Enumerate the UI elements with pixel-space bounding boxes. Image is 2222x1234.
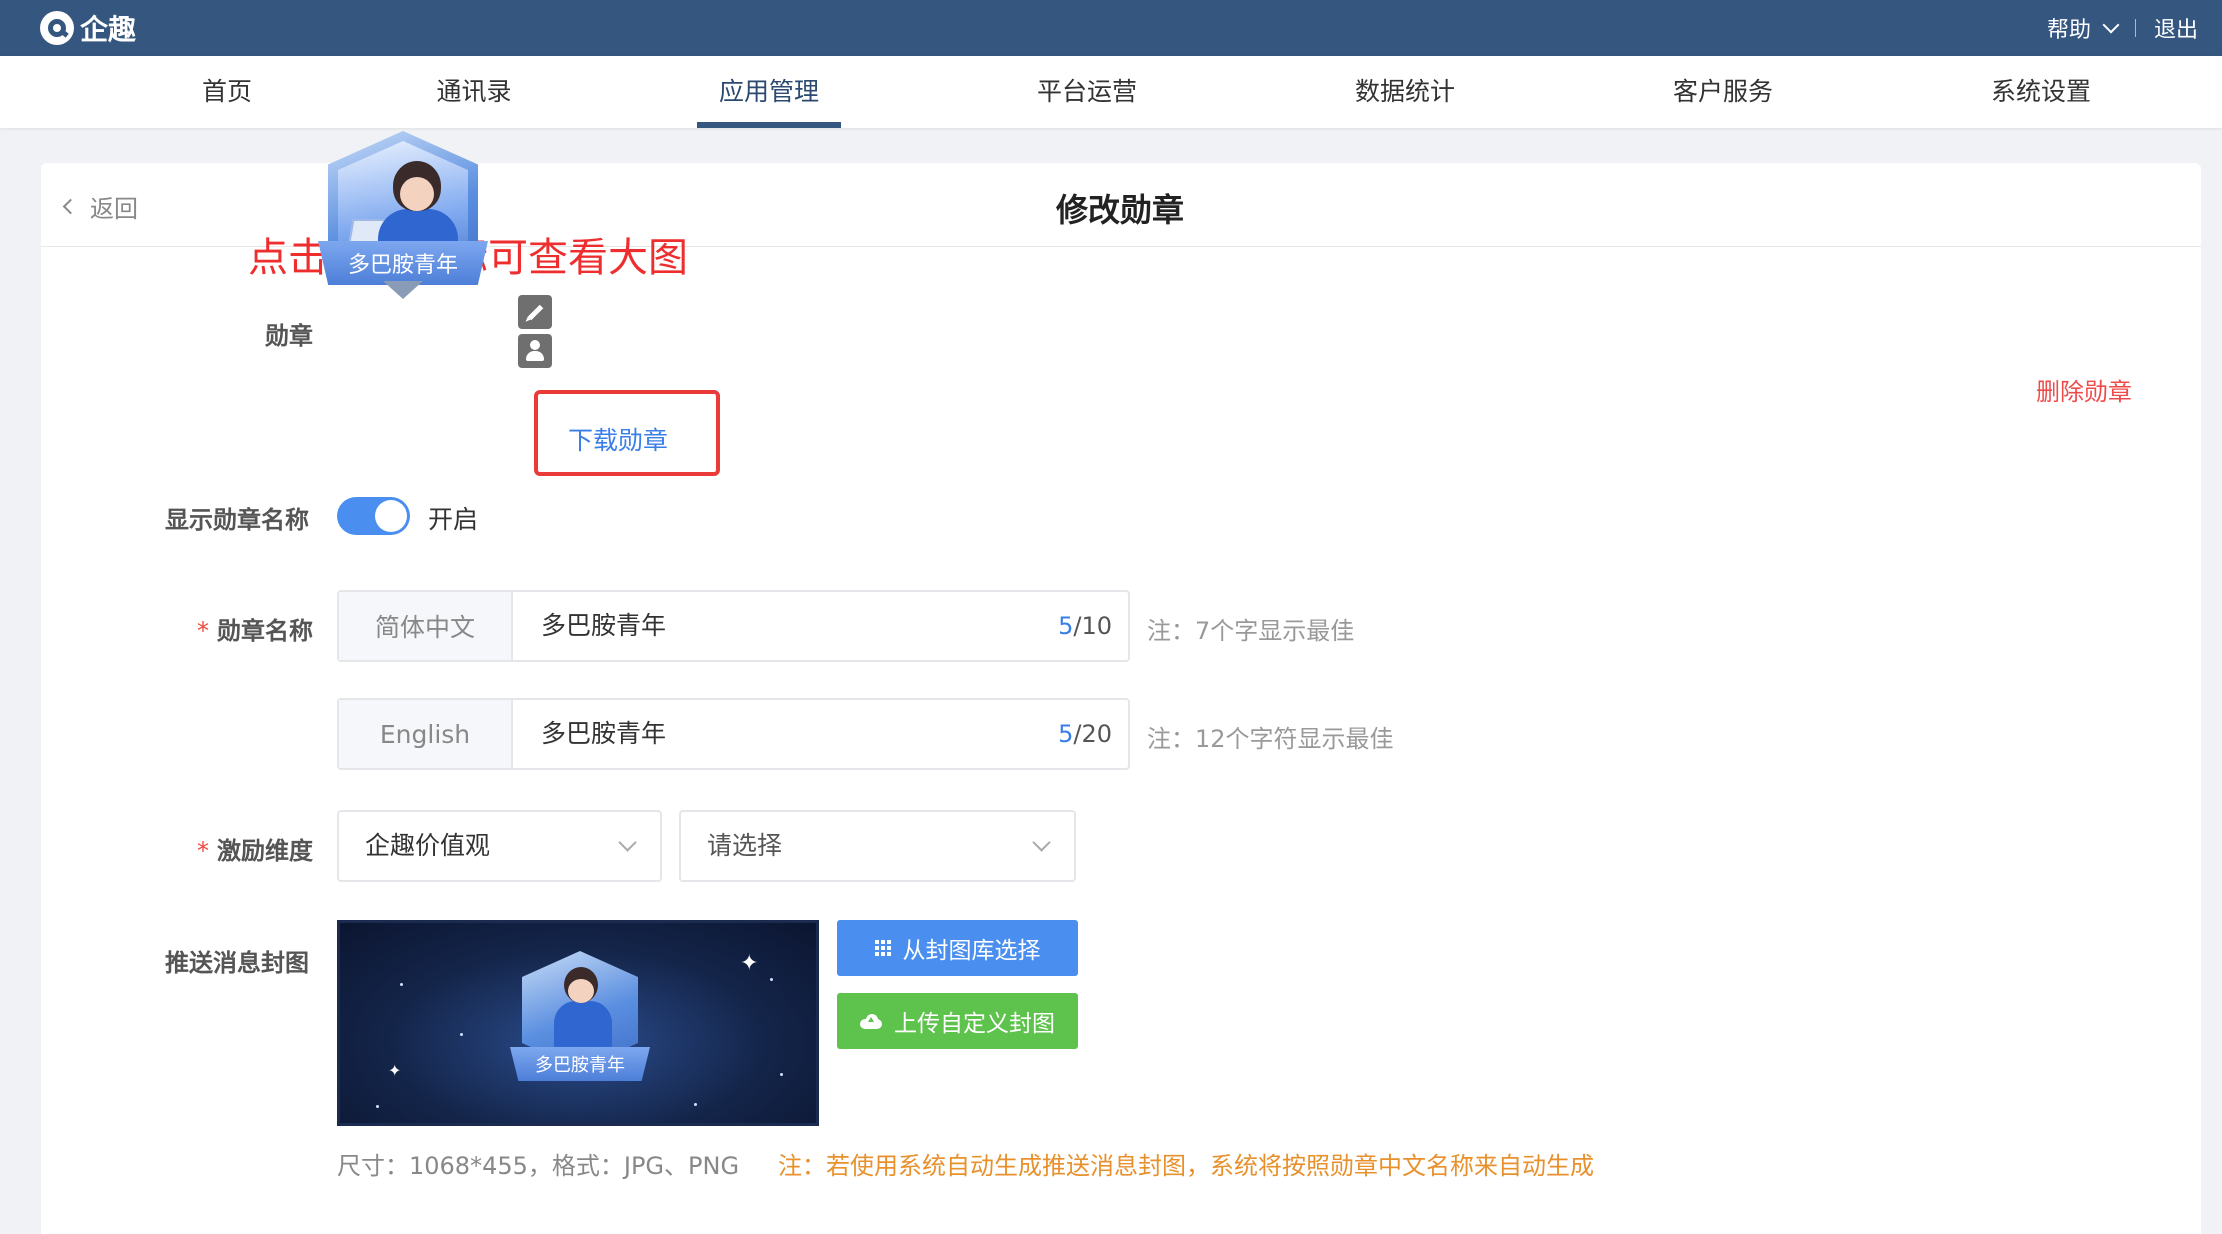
badge-name-zh-input[interactable]: 多巴胺青年 <box>541 592 666 660</box>
back-button[interactable]: 返回 <box>62 189 138 224</box>
help-menu[interactable]: 帮助 <box>2046 12 2120 44</box>
badge-tip <box>383 281 423 299</box>
nav-item-statistics[interactable]: 数据统计 <box>1355 56 1455 128</box>
nav-item-contacts[interactable]: 通讯录 <box>436 56 511 128</box>
required-mark: * <box>197 837 209 865</box>
zh-name-note: 注：7个字显示最佳 <box>1147 617 1355 645</box>
sparkle-icon: ✦ <box>388 1061 402 1080</box>
edit-badge-button[interactable] <box>518 295 552 329</box>
badge-name-label: * 勋章名称 <box>197 611 313 646</box>
nav-item-home[interactable]: 首页 <box>202 56 252 128</box>
figure-face <box>400 177 434 211</box>
star-dot <box>780 1073 783 1076</box>
badge-name-en-field[interactable]: English 多巴胺青年 5/20 <box>337 698 1130 770</box>
dimension-secondary-select[interactable]: 请选择 <box>679 810 1076 882</box>
chevron-down-icon <box>618 833 637 852</box>
cover-badge-ribbon: 多巴胺青年 <box>510 1047 650 1081</box>
char-max-en: /20 <box>1073 720 1112 748</box>
upload-cover-button[interactable]: 上传自定义封图 <box>837 993 1078 1049</box>
delete-badge-link[interactable]: 删除勋章 <box>2036 372 2132 407</box>
show-name-toggle[interactable] <box>337 497 410 535</box>
back-label: 返回 <box>90 195 138 223</box>
pencil-icon <box>527 304 544 321</box>
cover-badge-text: 多巴胺青年 <box>535 1055 625 1076</box>
divider <box>2134 19 2136 37</box>
badge-name-en-input[interactable]: 多巴胺青年 <box>541 700 666 768</box>
logout-link[interactable]: 退出 <box>2154 12 2198 44</box>
upload-cover-label: 上传自定义封图 <box>894 1011 1055 1037</box>
badge-name-label-text: 勋章名称 <box>217 617 313 645</box>
badge-image[interactable]: 多巴胺青年 <box>318 131 488 311</box>
top-right-actions: 帮助 退出 <box>2047 0 2198 56</box>
star-dot <box>694 1103 697 1106</box>
download-badge-link[interactable]: 下载勋章 <box>568 421 668 457</box>
char-max-zh: /10 <box>1073 612 1112 640</box>
top-bar: 企趣 帮助 退出 <box>0 0 2222 56</box>
dimension-primary-select[interactable]: 企趣价值观 <box>337 810 662 882</box>
nav-item-app-management[interactable]: 应用管理 <box>719 56 819 128</box>
main-nav: 首页 通讯录 应用管理 平台运营 数据统计 客户服务 系统设置 <box>0 56 2222 128</box>
star-dot <box>460 1033 463 1036</box>
choose-from-library-label: 从封图库选择 <box>902 938 1041 964</box>
chevron-down-icon <box>1032 833 1051 852</box>
badge-ribbon: 多巴胺青年 <box>318 241 488 285</box>
active-tab-indicator <box>697 122 841 128</box>
cover-label: 推送消息封图 <box>165 949 309 977</box>
required-mark: * <box>197 617 209 645</box>
char-count-zh: 5 <box>1058 612 1074 640</box>
help-label: 帮助 <box>2046 18 2091 43</box>
cover-auto-note: 注：若使用系统自动生成推送消息封图，系统将按照勋章中文名称来自动生成 <box>778 1152 1594 1180</box>
dimension-label-text: 激励维度 <box>217 837 313 865</box>
nav-item-system-settings[interactable]: 系统设置 <box>1991 56 2091 128</box>
show-name-label: 显示勋章名称 <box>165 506 309 534</box>
choose-from-library-button[interactable]: 从封图库选择 <box>837 920 1078 976</box>
en-name-note: 注：12个字符显示最佳 <box>1147 725 1394 753</box>
nav-item-platform-ops[interactable]: 平台运营 <box>1037 56 1137 128</box>
chevron-down-icon <box>2102 16 2120 34</box>
star-dot <box>770 978 773 981</box>
cloud-upload-icon <box>860 1014 882 1029</box>
dimension-label: * 激励维度 <box>197 831 313 866</box>
user-badge-icon <box>530 340 540 350</box>
cover-size-note: 尺寸：1068*455，格式：JPG、PNG <box>337 1152 740 1180</box>
app-name: 企趣 <box>80 13 137 46</box>
nav-item-customer-service[interactable]: 客户服务 <box>1673 56 1773 128</box>
cover-image[interactable]: ✦ ✦ 多巴胺青年 <box>337 920 819 1126</box>
char-counter-zh: 5/10 <box>1058 592 1112 660</box>
dimension-primary-value: 企趣价值观 <box>365 831 491 860</box>
logo-icon <box>40 11 74 45</box>
sparkle-icon: ✦ <box>740 951 759 976</box>
lang-addon-zh: 简体中文 <box>339 592 513 660</box>
badge-name-zh-field[interactable]: 简体中文 多巴胺青年 5/10 <box>337 590 1130 662</box>
toggle-knob <box>375 500 407 532</box>
star-dot <box>376 1105 379 1108</box>
dimension-secondary-placeholder: 请选择 <box>707 831 783 860</box>
cover-badge: 多巴胺青年 <box>510 951 650 1101</box>
char-counter-en: 5/20 <box>1058 700 1112 768</box>
badge-profile-button[interactable] <box>518 334 552 368</box>
badge-ribbon-text: 多巴胺青年 <box>347 253 458 278</box>
page-title: 修改勋章 <box>1056 191 1185 229</box>
grid-icon <box>874 940 891 956</box>
app-logo[interactable]: 企趣 <box>40 8 136 48</box>
cover-figure-body <box>554 1001 612 1055</box>
chevron-left-icon <box>62 198 79 215</box>
badge-label: 勋章 <box>265 322 313 350</box>
star-dot <box>400 983 403 986</box>
lang-addon-en: English <box>339 700 513 768</box>
user-badge-icon-body <box>526 351 544 361</box>
toggle-state-text: 开启 <box>428 505 479 534</box>
cover-figure-face <box>568 979 594 1003</box>
char-count-en: 5 <box>1058 720 1074 748</box>
